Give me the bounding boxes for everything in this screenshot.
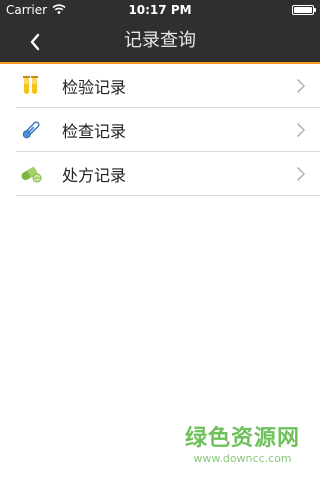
thermometer-icon (18, 117, 44, 143)
status-time: 10:17 PM (128, 3, 192, 17)
menu-list: 检验记录 检查记录 处方记录 (0, 64, 320, 196)
nav-bar: 记录查询 (0, 20, 320, 64)
menu-item-label: 处方记录 (62, 165, 127, 185)
menu-item-label: 检查记录 (62, 121, 127, 141)
wifi-icon (52, 3, 66, 17)
chevron-right-icon (297, 167, 305, 181)
watermark-title: 绿色资源网 (184, 426, 300, 451)
menu-item-prescription-records[interactable]: 处方记录 (16, 152, 320, 196)
test-tubes-icon (18, 73, 44, 99)
chevron-right-icon (297, 123, 305, 137)
menu-item-inspection-records[interactable]: 检验记录 (16, 64, 320, 108)
menu-item-label: 检验记录 (62, 77, 127, 97)
watermark: 绿色资源网 www.downcc.com (185, 426, 300, 466)
status-bar: Carrier 10:17 PM (0, 0, 320, 20)
carrier-label: Carrier (6, 3, 48, 17)
status-right (204, 5, 316, 15)
menu-item-examination-records[interactable]: 检查记录 (16, 108, 320, 152)
status-left: Carrier (6, 3, 116, 17)
page-title: 记录查询 (124, 30, 196, 51)
pill-icon (18, 161, 44, 187)
watermark-url: www.downcc.com (193, 452, 292, 465)
battery-icon (292, 5, 316, 15)
chevron-right-icon (297, 79, 305, 93)
